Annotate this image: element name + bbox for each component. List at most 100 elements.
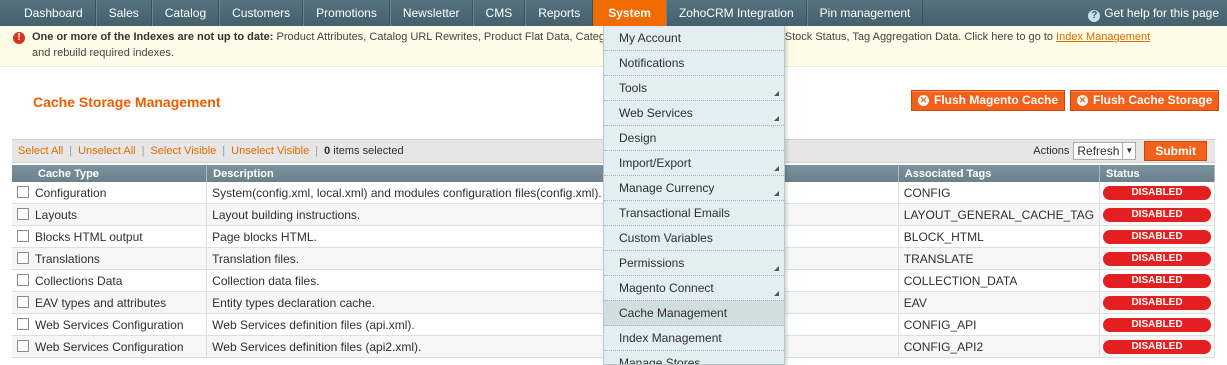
cache-tags: EAV <box>898 291 1101 314</box>
nav-catalog[interactable]: Catalog <box>151 0 220 26</box>
cache-type: EAV types and attributes <box>35 295 167 310</box>
row-checkbox[interactable] <box>17 251 29 264</box>
cache-tags: CONFIG <box>898 182 1101 204</box>
row-checkbox[interactable] <box>17 185 29 198</box>
row-checkbox[interactable] <box>17 295 29 308</box>
row-checkbox[interactable] <box>17 207 29 220</box>
col-cache-type[interactable]: Cache Type <box>12 165 208 182</box>
submenu-arrow-icon <box>774 166 779 171</box>
submenu-arrow-icon <box>774 116 779 121</box>
status-badge: DISABLED <box>1103 229 1211 244</box>
cache-description: System(config.xml, local.xml) and module… <box>206 182 899 204</box>
nav-pin-management[interactable]: Pin management <box>806 0 924 26</box>
actions-label: Actions <box>1033 145 1070 157</box>
cache-description: Collection data files. <box>206 269 899 292</box>
nav-promotions[interactable]: Promotions <box>303 0 390 26</box>
nav-dashboard[interactable]: Dashboard <box>0 0 96 26</box>
nav-sales[interactable]: Sales <box>95 0 152 26</box>
cache-tags: COLLECTION_DATA <box>898 269 1101 292</box>
row-checkbox[interactable] <box>17 317 29 330</box>
menu-item-web-services[interactable]: Web Services <box>604 101 784 126</box>
submit-button[interactable]: Submit <box>1144 141 1207 161</box>
cache-description: Entity types declaration cache. <box>206 291 899 314</box>
cache-tags: LAYOUT_GENERAL_CACHE_TAG <box>898 203 1101 226</box>
menu-item-notifications[interactable]: Notifications <box>604 51 784 76</box>
menu-item-cache-management[interactable]: Cache Management <box>604 301 784 326</box>
col-associated-tags[interactable]: Associated Tags <box>898 165 1101 182</box>
nav-system[interactable]: System <box>593 0 666 26</box>
cache-description: Web Services definition files (api.xml). <box>206 313 899 336</box>
cache-type: Layouts <box>35 207 78 222</box>
submenu-arrow-icon <box>774 291 779 296</box>
submenu-arrow-icon <box>774 266 779 271</box>
unselect-visible-link[interactable]: Unselect Visible <box>231 145 309 157</box>
cache-tags: CONFIG_API <box>898 313 1101 336</box>
menu-item-magento-connect[interactable]: Magento Connect <box>604 276 784 301</box>
cache-type: Collections Data <box>35 273 123 288</box>
top-navigation: Dashboard Sales Catalog Customers Promot… <box>0 0 1227 26</box>
menu-item-label: Index Management <box>619 331 722 345</box>
menu-item-label: Cache Management <box>619 306 728 320</box>
menu-item-manage-stores[interactable]: Manage Stores <box>604 351 784 364</box>
selected-count-suffix: items selected <box>330 145 404 157</box>
menu-item-index-management[interactable]: Index Management <box>604 326 784 351</box>
index-management-link[interactable]: Index Management <box>1056 31 1150 43</box>
flush-cache-storage-button[interactable]: ✕ Flush Cache Storage <box>1070 90 1220 111</box>
col-status[interactable]: Status <box>1099 165 1215 182</box>
menu-item-label: Transactional Emails <box>619 206 730 220</box>
cache-description: Page blocks HTML. <box>206 225 899 248</box>
select-all-link[interactable]: Select All <box>18 145 63 157</box>
col-description[interactable]: Description <box>206 165 899 182</box>
help-link[interactable]: ? Get help for this page <box>1088 0 1219 26</box>
actions-select[interactable]: Refresh ▼ <box>1073 142 1137 160</box>
status-badge: DISABLED <box>1103 207 1211 222</box>
menu-item-transactional-emails[interactable]: Transactional Emails <box>604 201 784 226</box>
nav-customers[interactable]: Customers <box>219 0 304 26</box>
submenu-arrow-icon <box>774 191 779 196</box>
nav-reports[interactable]: Reports <box>525 0 594 26</box>
select-visible-link[interactable]: Select Visible <box>150 145 216 157</box>
nav-zohocrm-integration[interactable]: ZohoCRM Integration <box>665 0 807 26</box>
notice-bold: One or more of the Indexes are not up to… <box>32 31 274 43</box>
status-badge: DISABLED <box>1103 339 1211 354</box>
status-badge: DISABLED <box>1103 273 1211 288</box>
close-circle-icon: ✕ <box>1077 95 1088 106</box>
page-title: Cache Storage Management <box>33 94 221 110</box>
flush-storage-label: Flush Cache Storage <box>1093 93 1213 107</box>
nav-cms[interactable]: CMS <box>472 0 526 26</box>
menu-item-permissions[interactable]: Permissions <box>604 251 784 276</box>
cache-tags: CONFIG_API2 <box>898 335 1101 358</box>
row-checkbox[interactable] <box>17 273 29 286</box>
menu-item-custom-variables[interactable]: Custom Variables <box>604 226 784 251</box>
cache-type: Web Services Configuration <box>35 317 184 332</box>
nav-newsletter[interactable]: Newsletter <box>389 0 473 26</box>
menu-item-my-account[interactable]: My Account <box>604 26 784 51</box>
menu-item-label: Notifications <box>619 56 685 70</box>
cache-description: Translation files. <box>206 247 899 270</box>
flush-magento-cache-button[interactable]: ✕ Flush Magento Cache <box>911 90 1066 111</box>
cache-type: Web Services Configuration <box>35 339 184 354</box>
menu-item-label: Magento Connect <box>619 281 714 295</box>
menu-item-label: Permissions <box>619 256 685 270</box>
help-icon: ? <box>1088 10 1101 22</box>
submenu-arrow-icon <box>774 91 779 96</box>
menu-item-manage-currency[interactable]: Manage Currency <box>604 176 784 201</box>
status-badge: DISABLED <box>1103 251 1211 266</box>
menu-item-design[interactable]: Design <box>604 126 784 151</box>
menu-item-label: My Account <box>619 31 682 45</box>
help-label: Get help for this page <box>1104 6 1219 20</box>
menu-item-tools[interactable]: Tools <box>604 76 784 101</box>
status-badge: DISABLED <box>1103 295 1211 310</box>
unselect-all-link[interactable]: Unselect All <box>78 145 135 157</box>
actions-selected-value: Refresh <box>1077 144 1120 158</box>
notice-tail: and rebuild required indexes. <box>32 47 174 59</box>
flush-magento-label: Flush Magento Cache <box>934 93 1059 107</box>
cache-tags: BLOCK_HTML <box>898 225 1101 248</box>
menu-item-import-export[interactable]: Import/Export <box>604 151 784 176</box>
cache-type: Blocks HTML output <box>35 229 143 244</box>
row-checkbox[interactable] <box>17 339 29 352</box>
close-circle-icon: ✕ <box>918 95 929 106</box>
menu-item-label: Tools <box>619 81 648 95</box>
menu-item-label: Manage Currency <box>619 181 715 195</box>
row-checkbox[interactable] <box>17 229 29 242</box>
